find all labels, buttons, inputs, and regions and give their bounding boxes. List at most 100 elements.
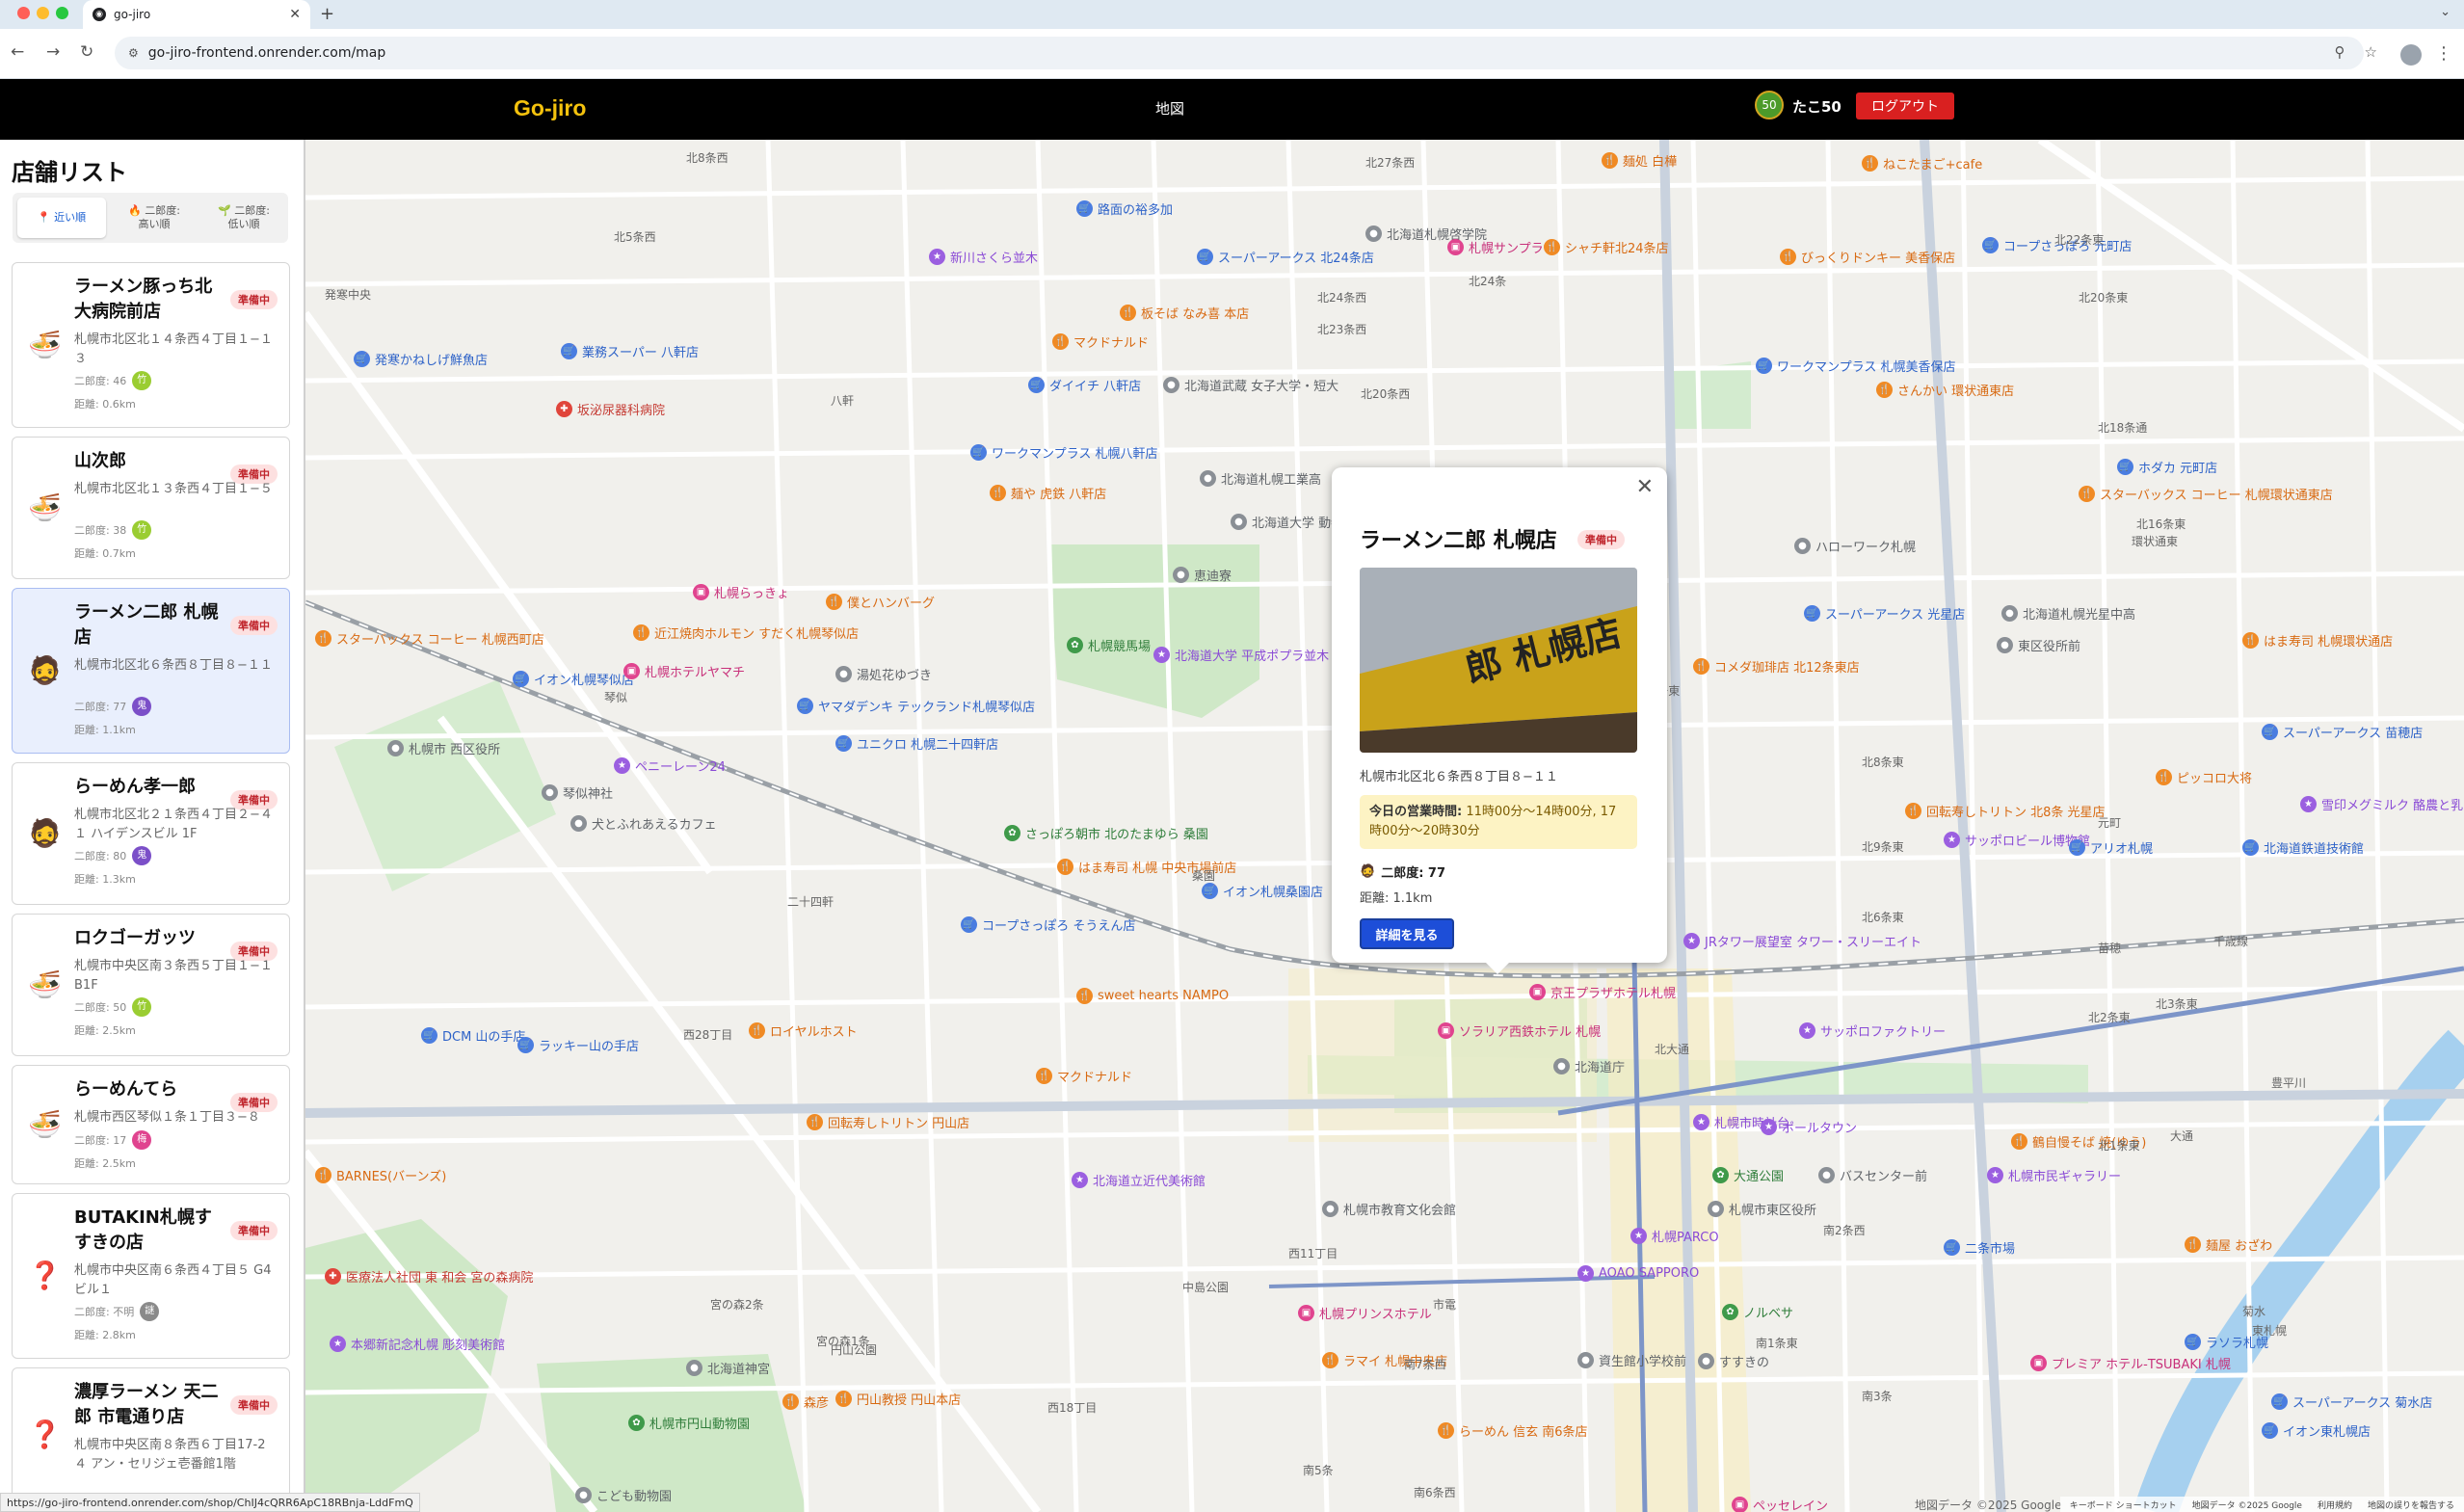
map-footer-link[interactable]: 利用規約 <box>2318 1499 2352 1511</box>
map-poi[interactable]: ★ ペニーレーン24 <box>614 756 726 775</box>
map-poi[interactable]: ● 北海道武蔵 女子大学・短大 <box>1163 376 1338 394</box>
map-poi[interactable]: 🛒 コープさっぽろ そうえん店 <box>961 915 1135 934</box>
address-bar[interactable]: ⚙ go-jiro-frontend.onrender.com/map <box>115 37 2364 69</box>
shop-card[interactable]: 🍜 山次郎 準備中 札幌市北区北１３条西４丁目１−５ 二郎度: 38 竹 距離:… <box>12 437 290 579</box>
map-poi[interactable]: ● 琴似神社 <box>542 783 613 802</box>
minimize-window-button[interactable] <box>37 7 49 19</box>
profile-avatar[interactable] <box>2400 44 2422 66</box>
map-poi[interactable]: ● 北海道札幌工業高 <box>1200 469 1321 488</box>
map-footer-link[interactable]: キーボード ショートカット <box>2070 1499 2177 1511</box>
map-canvas[interactable]: 🍴 麺処 白樺 🍴 ねこたまご+cafe 🛒 路面の裕多加 ● 北海道札幌啓学院 ★ 新川さくら並… <box>305 140 2464 1512</box>
map-poi[interactable]: 🛒 DCM 山の手店 <box>421 1026 525 1045</box>
url-text[interactable]: go-jiro-frontend.onrender.com/map <box>148 45 386 61</box>
map-poi[interactable]: 🍴 マクドナルド <box>1036 1067 1132 1085</box>
shop-card[interactable]: 🍜 らーめんてら 準備中 札幌市西区琴似１条１丁目３−８ 二郎度: 17 梅 距… <box>12 1065 290 1184</box>
map-poi[interactable]: ▣ 札幌ホテルヤマチ <box>623 662 745 680</box>
logout-button[interactable]: ログアウト <box>1856 93 1954 119</box>
map-poi[interactable]: 🛒 ワークマンプラス 札幌美香保店 <box>1756 357 1955 375</box>
map-poi[interactable]: ● 北海道札幌光星中高 <box>2001 604 2135 623</box>
map-poi[interactable]: 🛒 ダイイチ 八軒店 <box>1028 376 1141 394</box>
map-poi[interactable]: ● 札幌市 西区役所 <box>387 739 500 757</box>
map-poi[interactable]: ✿ 札幌市円山動物園 <box>628 1414 750 1432</box>
map-poi[interactable]: ✿ 札幌競馬場 <box>1067 636 1151 654</box>
map-poi[interactable]: ★ 北海道大学 平成ポプラ並木 <box>1153 646 1329 664</box>
map-poi[interactable]: 🛒 ユニクロ 札幌二十四軒店 <box>835 734 998 753</box>
shop-card[interactable]: ❓ 濃厚ラーメン 天二郎 市電通り店 準備中 札幌市中央区南８条西６丁目17-2… <box>12 1367 290 1502</box>
map-poi[interactable]: 🍴 円山教授 円山本店 <box>835 1390 961 1408</box>
map-poi[interactable]: 🛒 スーパーアークス 苗穂店 <box>2262 723 2423 741</box>
map-poi[interactable]: ▣ 札幌らっきょ <box>693 583 789 601</box>
sort-jiro-low-button[interactable]: 🌱 二郎度: 低い順 <box>205 198 282 238</box>
map-poi[interactable]: 🍴 らーめん 信玄 南6条店 <box>1438 1421 1588 1440</box>
reload-icon[interactable]: ↻ <box>80 42 93 62</box>
map-poi[interactable]: ● バスセンター前 <box>1818 1166 1927 1184</box>
map-poi[interactable]: 🍴 近江焼肉ホルモン すだく札幌琴似店 <box>633 623 859 642</box>
map-footer-link[interactable]: 地図データ ©2025 Google <box>2192 1499 2302 1511</box>
map-footer-link[interactable]: 地図の誤りを報告する <box>2368 1499 2454 1511</box>
map-poi[interactable]: ★ 雪印メグミルク 酪農と乳の歴史館 <box>2300 795 2464 813</box>
map-poi[interactable]: ● 北海道庁 <box>1553 1057 1625 1075</box>
map-poi[interactable]: ★ 札幌PARCO <box>1630 1227 1719 1245</box>
close-window-button[interactable] <box>17 7 30 19</box>
shop-card[interactable]: 🧔 ラーメン二郎 札幌店 準備中 札幌市北区北６条西８丁目８−１１ 二郎度: 7… <box>12 588 290 754</box>
map-poi[interactable]: 🛒 イオン札幌桑園店 <box>1202 882 1323 900</box>
map-poi[interactable]: 🛒 業務スーパー 八軒店 <box>561 342 699 360</box>
bookmark-star-icon[interactable]: ☆ <box>2365 43 2377 61</box>
map-poi[interactable]: 🛒 スーパーアークス 光星店 <box>1804 604 1965 623</box>
map-poi[interactable]: ● こども動物園 <box>575 1486 672 1504</box>
browser-tab[interactable]: ◉ go-jiro ✕ <box>83 0 310 29</box>
map-poi[interactable]: ● 東区役所前 <box>1997 636 2080 654</box>
view-details-button[interactable]: 詳細を見る <box>1360 918 1454 949</box>
map-poi[interactable]: 🍴 森彦 <box>782 1393 829 1411</box>
map-poi[interactable]: 🛒 発寒かねしげ鮮魚店 <box>354 350 488 368</box>
map-poi[interactable]: ● 資生館小学校前 <box>1577 1351 1686 1369</box>
map-poi[interactable]: 🍴 びっくりドンキー 美香保店 <box>1780 248 1955 266</box>
map-poi[interactable]: ✚ 坂泌尿器科病院 <box>556 400 665 418</box>
map-poi[interactable]: 🍴 板そば なみ喜 本店 <box>1120 304 1249 322</box>
map-poi[interactable]: ● 北海道神宮 <box>686 1359 770 1377</box>
shop-card[interactable]: 🧔 らーめん孝一郎 準備中 札幌市北区北２１条西４丁目２−４１ ハイデンスビル … <box>12 762 290 905</box>
map-poi[interactable]: ★ AOAO SAPPORO <box>1577 1265 1699 1282</box>
map-poi[interactable]: ▣ ソラリア西鉄ホテル 札幌 <box>1438 1021 1601 1040</box>
map-poi[interactable]: 🍴 ロイヤルホスト <box>749 1021 858 1040</box>
location-icon[interactable]: ⚲ <box>2335 43 2345 61</box>
map-poi[interactable]: ★ サッポロファクトリー <box>1799 1021 1946 1040</box>
map-poi[interactable]: 🍴 麺屋 おざわ <box>2185 1235 2272 1254</box>
sort-near-button[interactable]: 📍 近い順 <box>17 198 106 238</box>
map-poi[interactable]: ● 湯処花ゆづき <box>835 665 932 683</box>
shop-popup[interactable]: ✕ ラーメン二郎 札幌店 準備中 郎 札幌店 札幌市北区北６条西８丁目８−１１ … <box>1332 467 1667 974</box>
map-poi[interactable]: 🛒 ホダカ 元町店 <box>2117 458 2217 476</box>
map-poi[interactable]: 🛒 イオン東札幌店 <box>2262 1421 2371 1440</box>
map-poi[interactable]: ● 恵迪寮 <box>1173 566 1232 584</box>
map-poi[interactable]: 🍴 僕とハンバーグ <box>826 593 935 611</box>
map-poi[interactable]: ● 犬とふれあえるカフェ <box>570 814 717 833</box>
map-poi[interactable]: ✿ 大通公園 <box>1712 1166 1784 1184</box>
map-poi[interactable]: ● 札幌市東区役所 <box>1708 1200 1816 1218</box>
map-poi[interactable]: 🍴 コメダ珈琲店 北12条東店 <box>1693 657 1860 676</box>
map-poi[interactable]: 🍴 sweet hearts NAMPO <box>1076 988 1229 1004</box>
map-poi[interactable]: ★ ポールタウン <box>1761 1118 1857 1136</box>
map-poi[interactable]: 🛒 アリオ札幌 <box>2069 838 2153 857</box>
map-poi[interactable]: 🍴 回転寿しトリトン 北8条 光星店 <box>1905 802 2106 820</box>
shop-card[interactable]: ❓ BUTAKIN札幌すすきの店 準備中 札幌市中央区南６条西４丁目５ G4ビル… <box>12 1193 290 1359</box>
map-poi[interactable]: ▣ プレミア ホテル-TSUBAKI 札幌 <box>2030 1354 2231 1372</box>
map-poi[interactable]: ▣ 札幌プリンスホテル <box>1298 1304 1432 1322</box>
browser-menu-icon[interactable]: ⋮ <box>2435 43 2452 64</box>
map-poi[interactable]: 🛒 スーパーアークス 北24条店 <box>1197 248 1374 266</box>
map-poi[interactable]: 🍴 回転寿しトリトン 円山店 <box>807 1113 969 1131</box>
map-poi[interactable]: 🍴 ピッコロ大将 <box>2156 768 2252 786</box>
map-poi[interactable]: 🍴 はま寿司 札幌環状通店 <box>2242 631 2393 650</box>
map-poi[interactable]: ✿ ノルベサ <box>1722 1303 1793 1321</box>
map-poi[interactable]: ★ 北海道立近代美術館 <box>1072 1171 1206 1189</box>
map-poi[interactable]: ✚ 医療法人社団 東 和会 宮の森病院 <box>325 1267 533 1286</box>
map-poi[interactable]: ▣ ペッセレイン <box>1732 1496 1828 1512</box>
map-poi[interactable]: ★ 新川さくら並木 <box>929 248 1038 266</box>
sort-jiro-high-button[interactable]: 🔥 二郎度: 高い順 <box>116 198 193 238</box>
map-poi[interactable]: 🛒 ワークマンプラス 札幌八軒店 <box>970 443 1157 462</box>
map-poi[interactable]: 🍴 BARNES(バーンズ) <box>315 1166 446 1184</box>
map-poi[interactable]: ● すすきの <box>1698 1352 1769 1370</box>
map-poi[interactable]: ▣ 札幌サンプラザ <box>1447 238 1556 256</box>
back-arrow-icon[interactable]: ← <box>11 42 24 62</box>
site-settings-icon[interactable]: ⚙ <box>128 46 139 60</box>
maximize-window-button[interactable] <box>56 7 68 19</box>
